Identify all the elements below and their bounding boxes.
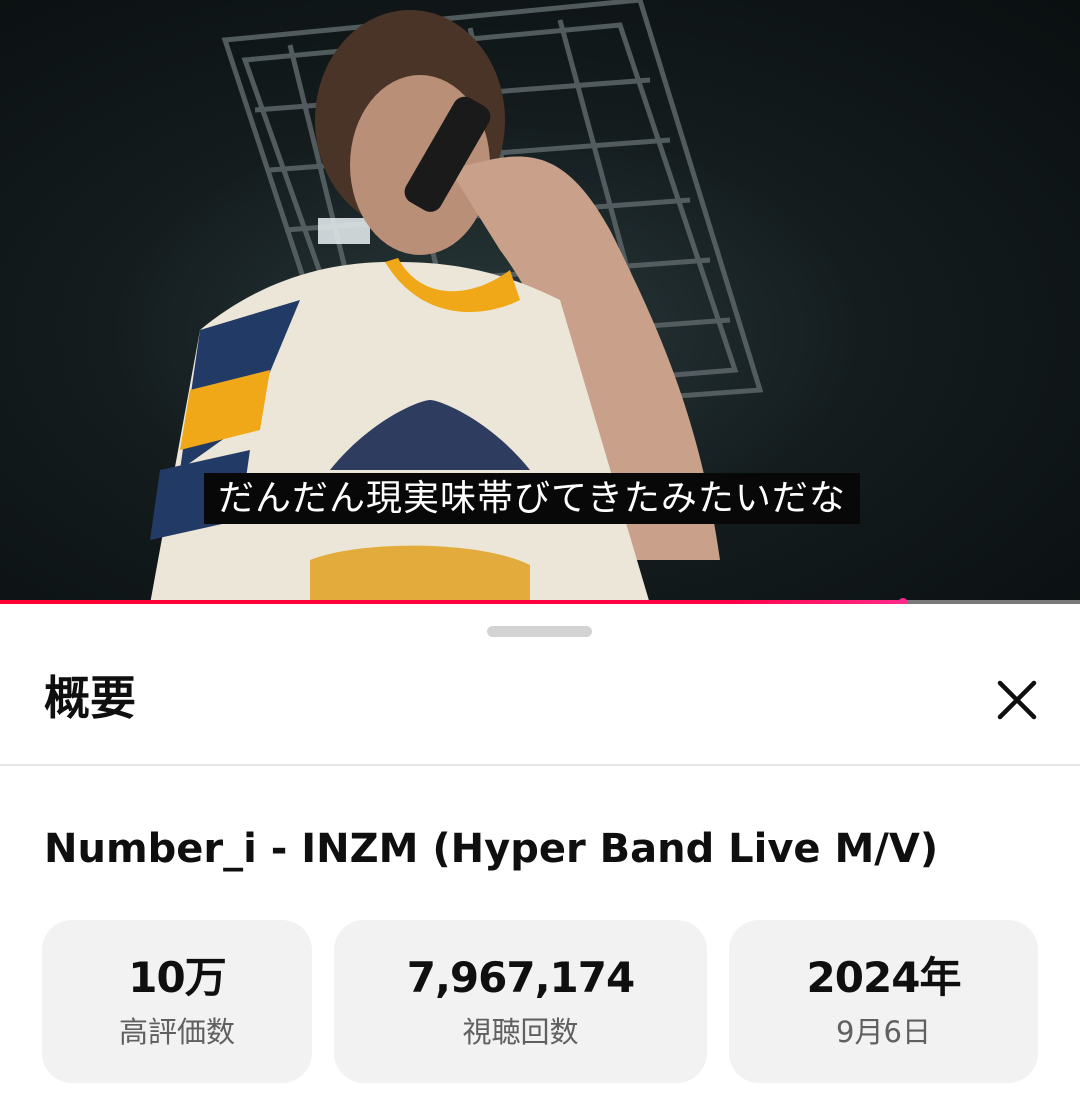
views-count: 7,967,174 — [406, 953, 635, 1002]
panel-title: 概要 — [44, 671, 136, 725]
progress-fill — [0, 600, 903, 604]
header-divider — [0, 764, 1080, 766]
views-label: 視聴回数 — [462, 1015, 579, 1049]
date-stat: 2024年 9月6日 — [729, 920, 1038, 1083]
likes-stat: 10万 高評価数 — [42, 920, 312, 1083]
progress-scrubber[interactable] — [897, 598, 908, 604]
views-stat: 7,967,174 視聴回数 — [334, 920, 707, 1083]
video-title: Number_i - INZM (Hyper Band Live M/V) — [44, 826, 939, 872]
video-player[interactable]: だんだん現実味帯びてきたみたいだな — [0, 0, 1080, 604]
publish-date: 9月6日 — [836, 1015, 931, 1049]
likes-label: 高評価数 — [118, 1015, 235, 1049]
likes-count: 10万 — [128, 953, 226, 1002]
progress-bar[interactable] — [0, 598, 1080, 604]
description-sheet: 概要 Number_i - INZM (Hyper Band Live M/V)… — [0, 606, 1080, 1106]
drag-handle[interactable] — [487, 626, 592, 637]
caption-subtitle: だんだん現実味帯びてきたみたいだな — [204, 473, 860, 524]
publish-year: 2024年 — [806, 953, 962, 1002]
close-icon — [997, 680, 1037, 720]
close-button[interactable] — [985, 668, 1049, 732]
